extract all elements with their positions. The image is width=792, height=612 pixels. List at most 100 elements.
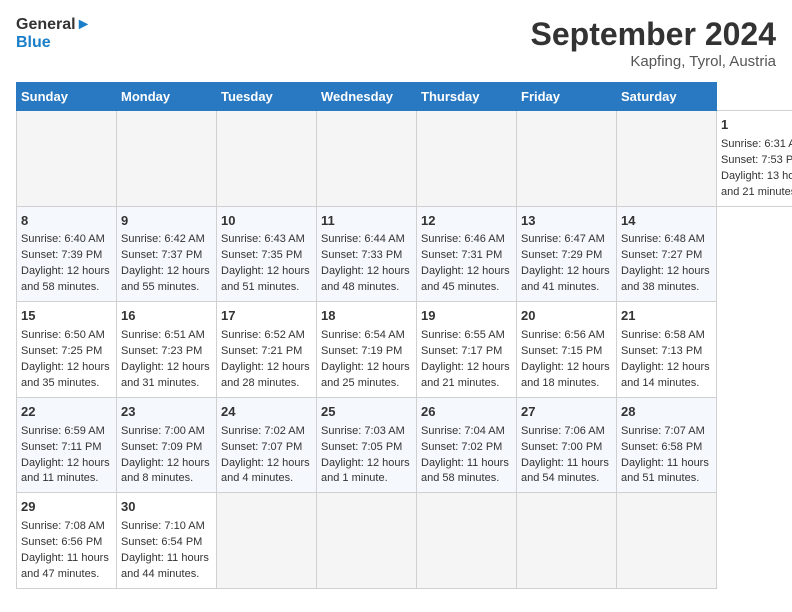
calendar-cell: 12 Sunrise: 6:46 AM Sunset: 7:31 PM Dayl… — [417, 206, 517, 302]
title-block: September 2024 Kapfing, Tyrol, Austria — [531, 16, 776, 70]
sunset-text: Sunset: 7:23 PM — [121, 345, 202, 357]
calendar-cell — [517, 493, 617, 589]
sunset-text: Sunset: 7:11 PM — [21, 441, 102, 453]
calendar-cell: 30 Sunrise: 7:10 AM Sunset: 6:54 PM Dayl… — [117, 493, 217, 589]
sunrise-text: Sunrise: 7:02 AM — [221, 425, 305, 437]
daylight-text: Daylight: 11 hours and 51 minutes. — [621, 457, 709, 485]
daylight-text: Daylight: 12 hours and 25 minutes. — [321, 361, 410, 389]
day-number: 1 — [721, 116, 792, 135]
calendar-cell: 15 Sunrise: 6:50 AM Sunset: 7:25 PM Dayl… — [17, 302, 117, 398]
calendar-cell: 26 Sunrise: 7:04 AM Sunset: 7:02 PM Dayl… — [417, 397, 517, 493]
day-number: 24 — [221, 403, 312, 422]
daylight-text: Daylight: 12 hours and 55 minutes. — [121, 265, 210, 293]
sunrise-text: Sunrise: 7:08 AM — [21, 520, 105, 532]
calendar-cell: 17 Sunrise: 6:52 AM Sunset: 7:21 PM Dayl… — [217, 302, 317, 398]
page-header: General► Blue September 2024 Kapfing, Ty… — [16, 16, 776, 70]
daylight-text: Daylight: 11 hours and 47 minutes. — [21, 552, 109, 580]
sunset-text: Sunset: 6:58 PM — [621, 441, 702, 453]
month-title: September 2024 — [531, 16, 776, 53]
day-number: 18 — [321, 307, 412, 326]
calendar-cell: 29 Sunrise: 7:08 AM Sunset: 6:56 PM Dayl… — [17, 493, 117, 589]
daylight-text: Daylight: 11 hours and 44 minutes. — [121, 552, 209, 580]
sunrise-text: Sunrise: 7:04 AM — [421, 425, 505, 437]
day-number: 19 — [421, 307, 512, 326]
calendar-cell: 20 Sunrise: 6:56 AM Sunset: 7:15 PM Dayl… — [517, 302, 617, 398]
day-number: 20 — [521, 307, 612, 326]
sunrise-text: Sunrise: 6:40 AM — [21, 233, 105, 245]
calendar-cell — [617, 493, 717, 589]
col-friday: Friday — [517, 83, 617, 111]
sunrise-text: Sunrise: 6:31 AM — [721, 138, 792, 150]
sunset-text: Sunset: 6:56 PM — [21, 536, 102, 548]
calendar-cell — [617, 111, 717, 207]
day-number: 21 — [621, 307, 712, 326]
sunrise-text: Sunrise: 6:59 AM — [21, 425, 105, 437]
sunset-text: Sunset: 7:33 PM — [321, 249, 402, 261]
calendar-week-row: 1 Sunrise: 6:31 AM Sunset: 7:53 PM Dayli… — [17, 111, 792, 207]
calendar-cell — [117, 111, 217, 207]
daylight-text: Daylight: 12 hours and 1 minute. — [321, 457, 410, 485]
sunset-text: Sunset: 7:02 PM — [421, 441, 502, 453]
calendar-cell — [417, 111, 517, 207]
daylight-text: Daylight: 12 hours and 58 minutes. — [21, 265, 110, 293]
sunrise-text: Sunrise: 6:46 AM — [421, 233, 505, 245]
sunset-text: Sunset: 7:13 PM — [621, 345, 702, 357]
sunset-text: Sunset: 7:53 PM — [721, 154, 792, 166]
sunrise-text: Sunrise: 7:10 AM — [121, 520, 205, 532]
daylight-text: Daylight: 12 hours and 41 minutes. — [521, 265, 610, 293]
calendar-week-row: 8 Sunrise: 6:40 AM Sunset: 7:39 PM Dayli… — [17, 206, 792, 302]
calendar-cell: 18 Sunrise: 6:54 AM Sunset: 7:19 PM Dayl… — [317, 302, 417, 398]
calendar-cell — [317, 111, 417, 207]
sunset-text: Sunset: 7:31 PM — [421, 249, 502, 261]
calendar-cell: 25 Sunrise: 7:03 AM Sunset: 7:05 PM Dayl… — [317, 397, 417, 493]
col-saturday: Saturday — [617, 83, 717, 111]
sunrise-text: Sunrise: 6:54 AM — [321, 329, 405, 341]
daylight-text: Daylight: 12 hours and 21 minutes. — [421, 361, 510, 389]
calendar-cell: 22 Sunrise: 6:59 AM Sunset: 7:11 PM Dayl… — [17, 397, 117, 493]
col-tuesday: Tuesday — [217, 83, 317, 111]
sunset-text: Sunset: 7:25 PM — [21, 345, 102, 357]
sunrise-text: Sunrise: 6:43 AM — [221, 233, 305, 245]
calendar-cell: 21 Sunrise: 6:58 AM Sunset: 7:13 PM Dayl… — [617, 302, 717, 398]
calendar-table: Sunday Monday Tuesday Wednesday Thursday… — [16, 82, 792, 589]
daylight-text: Daylight: 12 hours and 18 minutes. — [521, 361, 610, 389]
sunrise-text: Sunrise: 6:51 AM — [121, 329, 205, 341]
daylight-text: Daylight: 12 hours and 45 minutes. — [421, 265, 510, 293]
daylight-text: Daylight: 12 hours and 28 minutes. — [221, 361, 310, 389]
sunrise-text: Sunrise: 6:58 AM — [621, 329, 705, 341]
sunset-text: Sunset: 7:39 PM — [21, 249, 102, 261]
calendar-week-row: 29 Sunrise: 7:08 AM Sunset: 6:56 PM Dayl… — [17, 493, 792, 589]
day-number: 28 — [621, 403, 712, 422]
daylight-text: Daylight: 12 hours and 35 minutes. — [21, 361, 110, 389]
calendar-cell: 8 Sunrise: 6:40 AM Sunset: 7:39 PM Dayli… — [17, 206, 117, 302]
calendar-cell: 19 Sunrise: 6:55 AM Sunset: 7:17 PM Dayl… — [417, 302, 517, 398]
sunset-text: Sunset: 7:29 PM — [521, 249, 602, 261]
sunrise-text: Sunrise: 6:56 AM — [521, 329, 605, 341]
sunrise-text: Sunrise: 6:50 AM — [21, 329, 105, 341]
sunrise-text: Sunrise: 6:55 AM — [421, 329, 505, 341]
day-number: 26 — [421, 403, 512, 422]
daylight-text: Daylight: 13 hours and 21 minutes. — [721, 170, 792, 198]
day-number: 11 — [321, 212, 412, 231]
day-number: 17 — [221, 307, 312, 326]
sunset-text: Sunset: 7:00 PM — [521, 441, 602, 453]
calendar-cell: 23 Sunrise: 7:00 AM Sunset: 7:09 PM Dayl… — [117, 397, 217, 493]
sunset-text: Sunset: 6:54 PM — [121, 536, 202, 548]
calendar-cell: 16 Sunrise: 6:51 AM Sunset: 7:23 PM Dayl… — [117, 302, 217, 398]
calendar-cell: 11 Sunrise: 6:44 AM Sunset: 7:33 PM Dayl… — [317, 206, 417, 302]
calendar-week-row: 22 Sunrise: 6:59 AM Sunset: 7:11 PM Dayl… — [17, 397, 792, 493]
calendar-cell: 1 Sunrise: 6:31 AM Sunset: 7:53 PM Dayli… — [717, 111, 792, 207]
sunset-text: Sunset: 7:19 PM — [321, 345, 402, 357]
day-number: 25 — [321, 403, 412, 422]
daylight-text: Daylight: 11 hours and 54 minutes. — [521, 457, 609, 485]
daylight-text: Daylight: 12 hours and 8 minutes. — [121, 457, 210, 485]
calendar-cell — [217, 111, 317, 207]
calendar-cell: 14 Sunrise: 6:48 AM Sunset: 7:27 PM Dayl… — [617, 206, 717, 302]
day-number: 8 — [21, 212, 112, 231]
calendar-cell — [417, 493, 517, 589]
sunset-text: Sunset: 7:37 PM — [121, 249, 202, 261]
calendar-cell: 24 Sunrise: 7:02 AM Sunset: 7:07 PM Dayl… — [217, 397, 317, 493]
sunset-text: Sunset: 7:21 PM — [221, 345, 302, 357]
sunset-text: Sunset: 7:15 PM — [521, 345, 602, 357]
sunset-text: Sunset: 7:07 PM — [221, 441, 302, 453]
